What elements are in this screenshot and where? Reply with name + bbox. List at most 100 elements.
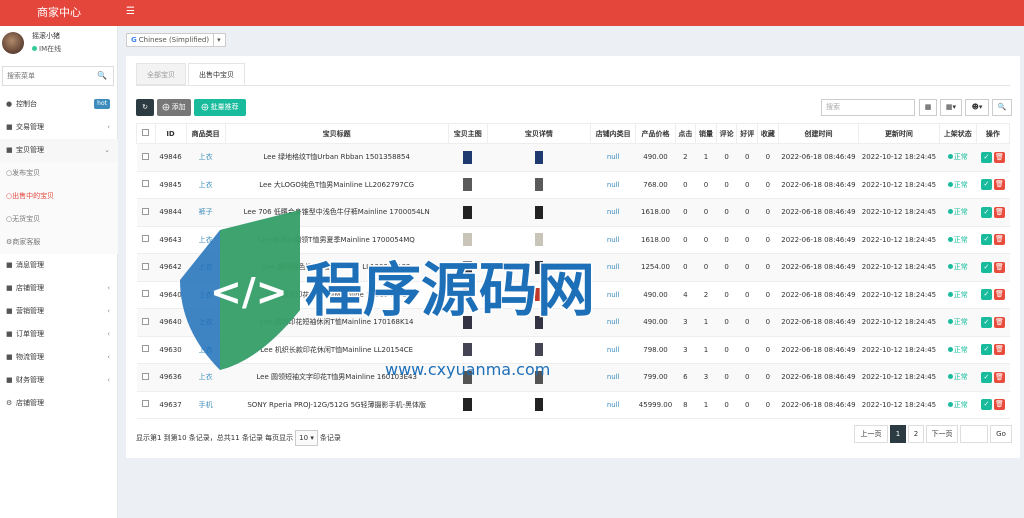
search-icon[interactable]: 🔍: [992, 99, 1012, 116]
table-row[interactable]: 49636 上衣 Lee 圆领短袖文字印花T恤男Mainline 160103E43…: [136, 363, 1010, 392]
sidebar-sub-out-of-stock[interactable]: ○无货宝贝: [0, 208, 118, 231]
language-select[interactable]: G Chinese (Simplified) ▾: [126, 33, 226, 47]
columns-icon[interactable]: ▦▾: [940, 99, 962, 116]
page-1-button[interactable]: 1: [890, 425, 906, 443]
sidebar-item-logistics[interactable]: ■ 物流管理 ‹: [0, 346, 118, 369]
col-good[interactable]: 好评: [736, 123, 759, 144]
col-price[interactable]: 产品价格: [635, 123, 676, 144]
col-comments[interactable]: 评论: [715, 123, 738, 144]
col-shop-category[interactable]: 店铺内类目: [589, 123, 637, 144]
table-row[interactable]: 49637 手机 SONY Rperia PROJ-12G/512G 5G轻薄摄影手…: [136, 391, 1010, 419]
sidebar-item-store-settings[interactable]: ⚙ 店铺管理: [0, 392, 118, 415]
table-row[interactable]: 49640 上衣 Lee 圆领印花休闲T恤Mainline 170154ACE nul…: [136, 281, 1010, 309]
sidebar-item-store[interactable]: ■ 店铺管理 ‹: [0, 277, 118, 300]
row-checkbox[interactable]: [136, 226, 156, 254]
page-size-select[interactable]: 10 ▾: [295, 430, 318, 446]
delete-icon[interactable]: 🗑: [993, 289, 1005, 301]
delete-icon[interactable]: 🗑: [993, 344, 1005, 356]
go-button[interactable]: Go: [990, 425, 1012, 443]
col-title[interactable]: 宝贝标题: [224, 123, 449, 144]
edit-icon[interactable]: ✓: [980, 344, 992, 356]
col-updated[interactable]: 更新时间: [858, 123, 940, 144]
col-favorites[interactable]: 收藏: [757, 123, 779, 144]
toggle-view-icon[interactable]: ▦: [919, 99, 937, 116]
col-status[interactable]: 上架状态: [938, 123, 977, 144]
col-sales[interactable]: 销量: [695, 123, 717, 144]
table-row[interactable]: 49845 上衣 Lee 大LOGO纯色T恤男Mainline LL2062797C…: [136, 171, 1010, 199]
delete-icon[interactable]: 🗑: [993, 371, 1005, 383]
sidebar-item-products[interactable]: ■ 宝贝管理 ⌄: [0, 139, 118, 162]
tab-on-sale[interactable]: 出售中宝贝: [188, 63, 245, 85]
search-icon[interactable]: 🔍: [97, 71, 107, 80]
sidebar-search-input[interactable]: [3, 67, 93, 85]
prev-page-button[interactable]: 上一页: [854, 425, 888, 443]
delete-icon[interactable]: 🗑: [993, 179, 1005, 191]
row-checkbox[interactable]: [136, 363, 156, 392]
row-checkbox[interactable]: [136, 308, 156, 337]
delete-icon[interactable]: 🗑: [993, 206, 1005, 218]
col-created[interactable]: 创建时间: [777, 123, 860, 144]
edit-icon[interactable]: ✓: [980, 179, 992, 191]
col-id[interactable]: ID: [154, 123, 187, 144]
add-button[interactable]: ⨁ 添加: [157, 99, 191, 116]
refresh-button[interactable]: ↻: [136, 99, 154, 116]
edit-icon[interactable]: ✓: [980, 371, 992, 383]
cell-good: 0: [736, 253, 758, 282]
sidebar-sub-service[interactable]: ⚙商家客服: [0, 231, 118, 254]
row-checkbox[interactable]: [136, 253, 156, 282]
col-main-image[interactable]: 宝贝主图: [447, 123, 488, 144]
sidebar-item-transactions[interactable]: ■ 交易管理 ‹: [0, 116, 118, 139]
export-icon[interactable]: ☻▾: [965, 99, 989, 116]
sidebar-sub-on-sale[interactable]: ○出售中的宝贝: [0, 185, 118, 208]
table-search-input[interactable]: 搜索: [821, 99, 915, 116]
cell-cat: 手机: [186, 391, 226, 419]
sidebar-item-messages[interactable]: ■ 消息管理: [0, 254, 118, 277]
cell-created: 2022-06-18 08:46:49: [778, 198, 859, 227]
delete-icon[interactable]: 🗑: [993, 234, 1005, 246]
col-category[interactable]: 商品类目: [185, 123, 226, 144]
chevron-left-icon: ‹: [107, 307, 110, 315]
chevron-left-icon: ‹: [107, 330, 110, 338]
delete-icon[interactable]: 🗑: [993, 151, 1005, 163]
edit-icon[interactable]: ✓: [980, 316, 992, 328]
table-row[interactable]: 49642 上衣 Lee 圆领纯色短袖T恤Mainline LL130303A32 n…: [136, 253, 1010, 282]
col-clicks[interactable]: 点击: [674, 123, 697, 144]
sidebar-sub-publish[interactable]: ○发布宝贝: [0, 162, 118, 185]
delete-icon[interactable]: 🗑: [993, 261, 1005, 273]
row-checkbox[interactable]: [136, 281, 156, 309]
row-checkbox[interactable]: [136, 391, 156, 419]
hamburger-icon[interactable]: ☰: [126, 6, 135, 17]
edit-icon[interactable]: ✓: [980, 399, 992, 411]
batch-recommend-button[interactable]: ⨁ 批量推荐: [194, 99, 246, 116]
edit-icon[interactable]: ✓: [980, 206, 992, 218]
edit-icon[interactable]: ✓: [980, 234, 992, 246]
table-row[interactable]: 49640 上衣 Lee 圆领印花短袖休闲T恤Mainline 170168K14 n…: [136, 308, 1010, 337]
col-detail[interactable]: 宝贝详情: [486, 123, 592, 144]
cell-fav: 0: [757, 281, 779, 309]
cell-title: Lee 圆领印花休闲T恤Mainline 170154ACE: [225, 281, 449, 309]
row-checkbox[interactable]: [136, 336, 156, 364]
next-page-button[interactable]: 下一页: [926, 425, 958, 443]
delete-icon[interactable]: 🗑: [993, 399, 1005, 411]
row-checkbox[interactable]: [136, 143, 156, 172]
sidebar-item-finance[interactable]: ■ 财务管理 ‹: [0, 369, 118, 392]
sidebar-item-dashboard[interactable]: ● 控制台 hot: [0, 93, 118, 116]
row-checkbox[interactable]: [136, 198, 156, 227]
table-row[interactable]: 49844 裤子 Lee 706 低腰合身锥型中浅色牛仔裤Mainline 1700…: [136, 198, 1010, 227]
sidebar-item-marketing[interactable]: ■ 营销管理 ‹: [0, 300, 118, 323]
table-row[interactable]: 49630 上衣 Lee 机织长款印花休闲T恤Mainline LL20154CE n…: [136, 336, 1010, 364]
page-2-button[interactable]: 2: [908, 425, 924, 443]
edit-icon[interactable]: ✓: [980, 261, 992, 273]
table-row[interactable]: 49846 上衣 Lee 绿地格纹T恤Urban Rbban 1501358854 n…: [136, 143, 1010, 172]
tab-all-products[interactable]: 全部宝贝: [136, 63, 186, 85]
edit-icon[interactable]: ✓: [980, 289, 992, 301]
page-jump-input[interactable]: [960, 425, 988, 443]
cell-good: 0: [736, 198, 758, 227]
select-all-checkbox[interactable]: [136, 123, 156, 144]
sidebar-item-orders[interactable]: ■ 订单管理 ‹: [0, 323, 118, 346]
row-checkbox[interactable]: [136, 171, 156, 199]
edit-icon[interactable]: ✓: [980, 151, 992, 163]
table-row[interactable]: 49643 上衣 Lee 休闲小翻领T恤男夏季Mainline 1700054MQ n…: [136, 226, 1010, 254]
cell-clicks: 0: [675, 171, 696, 199]
delete-icon[interactable]: 🗑: [993, 316, 1005, 328]
